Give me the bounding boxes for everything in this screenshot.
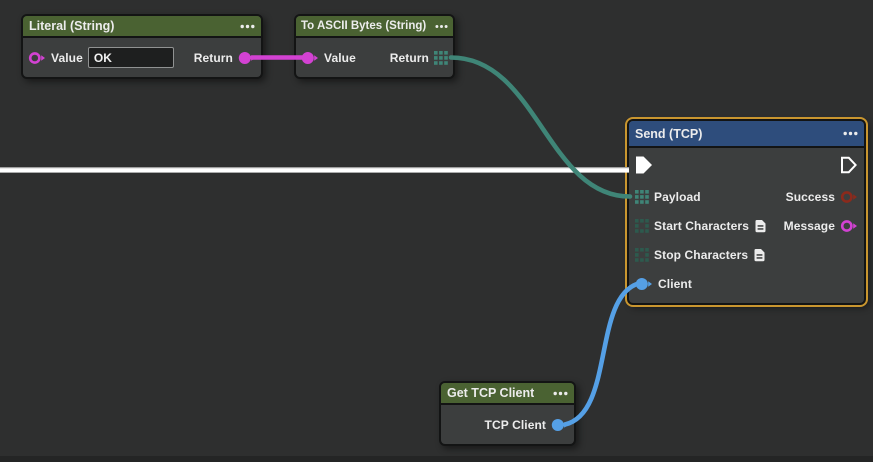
payload-label: Payload — [654, 190, 701, 204]
value-label: Value — [324, 51, 356, 65]
node-header[interactable]: Literal (String) — [23, 16, 261, 38]
exec-output-port-icon[interactable] — [840, 156, 858, 174]
tcp-client-output-port-icon[interactable] — [551, 418, 569, 432]
success-output-port-icon[interactable] — [840, 190, 858, 204]
node-get-tcp-client[interactable]: Get TCP Client TCP Client — [439, 381, 576, 446]
value-label: Value — [51, 51, 83, 65]
node-title: Literal (String) — [29, 19, 114, 33]
return-bytes-port-icon[interactable] — [434, 51, 448, 65]
stop-characters-label: Stop Characters — [654, 248, 748, 262]
text-document-icon[interactable] — [753, 248, 766, 262]
payload-input-port-icon[interactable] — [635, 190, 649, 204]
node-title: Get TCP Client — [447, 386, 534, 400]
node-graph-canvas[interactable]: Literal (String) Value Return — [0, 0, 873, 462]
text-document-icon[interactable] — [754, 219, 767, 233]
return-label: Return — [194, 51, 233, 65]
return-label: Return — [390, 51, 429, 65]
node-header[interactable]: Send (TCP) — [629, 121, 864, 148]
node-header[interactable]: Get TCP Client — [441, 383, 574, 405]
node-send-tcp[interactable]: Send (TCP) — [627, 119, 866, 305]
ellipsis-icon[interactable] — [240, 24, 255, 29]
stop-characters-input-port-icon[interactable] — [635, 248, 649, 262]
ellipsis-icon[interactable] — [843, 131, 858, 136]
message-output-port-icon[interactable] — [840, 219, 858, 233]
value-input[interactable] — [88, 47, 174, 68]
exec-input-port-icon[interactable] — [635, 156, 653, 174]
start-characters-input-port-icon[interactable] — [635, 219, 649, 233]
start-characters-label: Start Characters — [654, 219, 749, 233]
tcp-client-label: TCP Client — [485, 418, 546, 432]
client-label: Client — [658, 277, 692, 291]
node-literal-string[interactable]: Literal (String) Value Return — [21, 14, 263, 79]
ellipsis-icon[interactable] — [553, 391, 568, 396]
value-input-port-icon[interactable] — [301, 51, 319, 65]
client-input-port-icon[interactable] — [635, 277, 653, 291]
node-to-ascii-bytes[interactable]: To ASCII Bytes (String) Value Return — [294, 14, 455, 79]
ellipsis-icon[interactable] — [435, 24, 448, 29]
node-title: To ASCII Bytes (String) — [301, 20, 426, 32]
return-output-port-icon[interactable] — [238, 51, 256, 65]
success-label: Success — [786, 190, 835, 204]
node-title: Send (TCP) — [635, 127, 702, 141]
node-header[interactable]: To ASCII Bytes (String) — [296, 16, 453, 38]
value-input-port-icon[interactable] — [28, 51, 46, 65]
message-label: Message — [784, 219, 835, 233]
